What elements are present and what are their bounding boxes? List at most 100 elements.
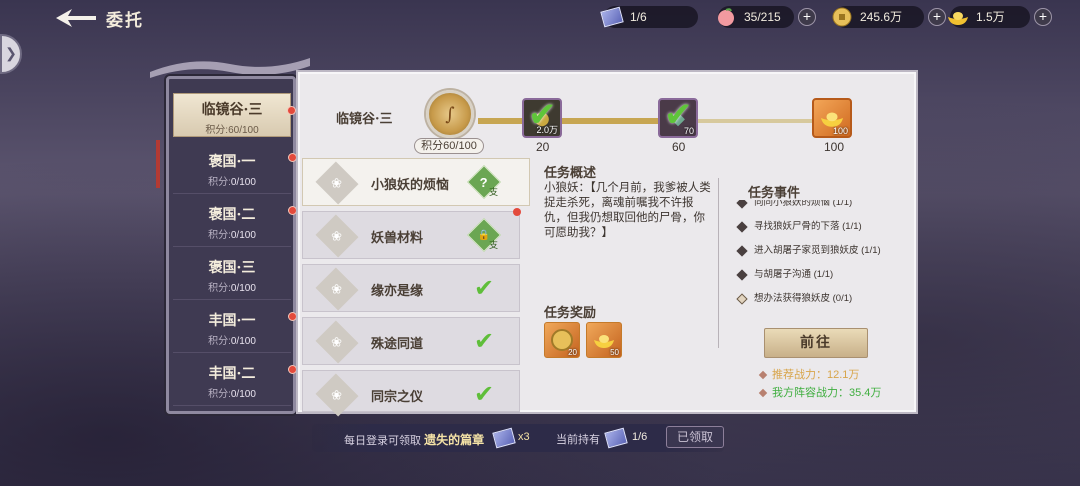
task-status: ✔ [471,380,497,408]
branch-label: 支 [489,188,499,198]
task-status: ✔ [471,274,497,302]
my-power: 我方阵容战力：35.4万 [758,384,881,400]
chapter-item-5[interactable]: 丰国·二 积分:0/100 [173,353,297,406]
diamond-icon [736,269,748,281]
peach-icon [712,3,740,31]
chapter-score: 积分:0/100 [208,336,256,347]
claimed-button[interactable]: 已领取 [666,426,724,448]
chapter-name: 褒国·二 [208,207,256,223]
chapter-name: 丰国·二 [208,366,256,382]
check-icon: ✔ [473,380,495,408]
lotus-icon: ❀ [315,320,359,364]
milestone-threshold: 20 [536,140,550,154]
score-chip: 积分60/100 [414,138,484,154]
divider [718,178,719,348]
lotus-icon: ❀ [315,267,359,311]
chapter-name: 丰国·一 [208,313,256,329]
back-button[interactable] [52,6,98,30]
resource-gold: 1.5万 + [948,6,1052,28]
chapter-item-1[interactable]: 褒国·一 积分:0/100 [173,141,297,194]
lotus-icon: ❀ [315,373,359,417]
diamond-icon [736,200,748,209]
chapter-name: 褒国·一 [208,154,256,170]
notification-dot [287,106,296,115]
diamond-icon [736,221,748,233]
diamond-icon [736,293,748,305]
lotus-icon: ❀ [315,214,359,258]
task-status: ✔ [471,327,497,355]
diamond-icon [758,370,768,380]
rewards-title: 任务奖励 [544,306,597,321]
milestone-threshold: 60 [672,140,686,154]
resource-ticket-value: 1/6 [630,10,647,24]
chapter-score: 积分:0/100 [208,177,256,188]
chapter-item-4[interactable]: 丰国·一 积分:0/100 [173,300,297,353]
task-item-3[interactable]: ❀ 殊途同道 ✔ [302,317,520,365]
resource-copper-value: 245.6万 [860,10,903,24]
reward-amount: 20 [568,348,577,357]
event-item: 进入胡屠子家觅到狼妖皮 (1/1) [736,240,886,264]
chapter-item-2[interactable]: 褒国·二 积分:0/100 [173,194,297,247]
gold-ingot-icon [944,3,972,31]
chapter-score: 积分:0/100 [208,283,256,294]
daily-multiplier: x3 [518,431,530,443]
score-coin-icon: ∫ [426,90,474,138]
check-icon: ✔ [473,274,495,302]
milestone-amount: 2.0万 [536,125,558,135]
milestone-node-2[interactable]: 100 [812,98,852,138]
page-title: 委托 [106,11,144,31]
chapter-name: 临镜谷·三 [201,102,263,118]
resource-peach: 35/215 + [718,6,816,28]
progress-fill [478,118,666,124]
progress-label: 临镜谷·三 [336,112,393,127]
task-item-1[interactable]: ❀ 妖兽材料 🔒 支 [302,208,521,259]
resource-copper: 245.6万 + [832,6,946,28]
overview-text: 小狼妖：【几个月前，我爹被人类捉走杀死，离魂前嘱我不许报仇，但我仍想取回他的尸骨… [544,180,711,239]
reward-amount: 50 [610,348,619,357]
event-list: 向同小狼妖的烦恼 (1/1) 寻找狼妖尸骨的下落 (1/1) 进入胡屠子家觅到狼… [736,200,886,306]
scroll-rod-decoration [150,58,310,78]
chapter-name: 褒国·三 [208,260,256,276]
milestone-amount: 70 [683,126,694,136]
task-name: 同宗之仪 [371,390,424,405]
milestone-threshold: 100 [824,140,845,154]
task-item-0[interactable]: ❀ 小狼妖的烦恼 ? 支 [302,158,530,206]
overview-title: 任务概述 [544,166,597,181]
branch-label: 支 [489,241,499,251]
main-panel: 临镜谷·三 ∫ 积分60/100 ● ✔ 2.0万 20 ◆ ✔ 70 60 1… [296,70,918,417]
chapter-score: 积分:0/100 [208,230,256,241]
holding-label: 当前持有 [556,434,600,446]
chapter-item-0[interactable]: 临镜谷·三 积分:60/100 [173,93,296,137]
task-item-4[interactable]: ❀ 同宗之仪 ✔ [302,370,520,417]
chapter-item-3[interactable]: 褒国·三 积分:0/100 [173,247,291,300]
copper-coin-icon [828,3,856,31]
milestone-node-0[interactable]: ● ✔ 2.0万 [522,96,562,138]
resource-peach-value: 35/215 [744,10,781,24]
add-gold-button[interactable]: + [1034,8,1052,26]
top-bar: 委托 1/6 35/215 + 245.6万 + 1.5万 + [0,0,1080,36]
event-item: 向同小狼妖的烦恼 (1/1) [736,200,886,216]
goto-button[interactable]: 前往 [764,328,868,358]
reward-item-1[interactable]: 50 [586,322,622,358]
reward-item-0[interactable]: 20 [544,322,580,358]
diamond-icon [758,388,768,398]
task-name: 殊途同道 [371,337,424,352]
daily-login-text: 每日登录可领取 遗失的篇章 [344,433,485,447]
task-item-2[interactable]: ❀ 缘亦是缘 ✔ [302,264,520,312]
task-name: 缘亦是缘 [371,284,424,299]
task-name: 妖兽材料 [371,231,424,246]
chapter-list: 临镜谷·三 积分:60/100 褒国·一 积分:0/100 褒国·二 积分:0/… [166,76,297,414]
resource-gold-value: 1.5万 [976,10,1005,24]
task-name: 小狼妖的烦恼 [371,178,450,193]
event-item: 想办法获得狼妖皮 (0/1) [736,288,886,306]
event-item: 寻找狼妖尸骨的下落 (1/1) [736,216,886,240]
milestone-node-1[interactable]: ◆ ✔ 70 [658,96,698,138]
notification-dot [513,208,521,216]
event-item: 与胡屠子沟通 (1/1) [736,264,886,288]
gold-ingot-icon [594,335,614,348]
ticket-icon [598,3,626,31]
add-peach-button[interactable]: + [798,8,816,26]
events-title: 任务事件 [748,186,801,201]
chevron-right-icon: ❯ [5,46,17,62]
holding-value: 1/6 [632,431,648,443]
